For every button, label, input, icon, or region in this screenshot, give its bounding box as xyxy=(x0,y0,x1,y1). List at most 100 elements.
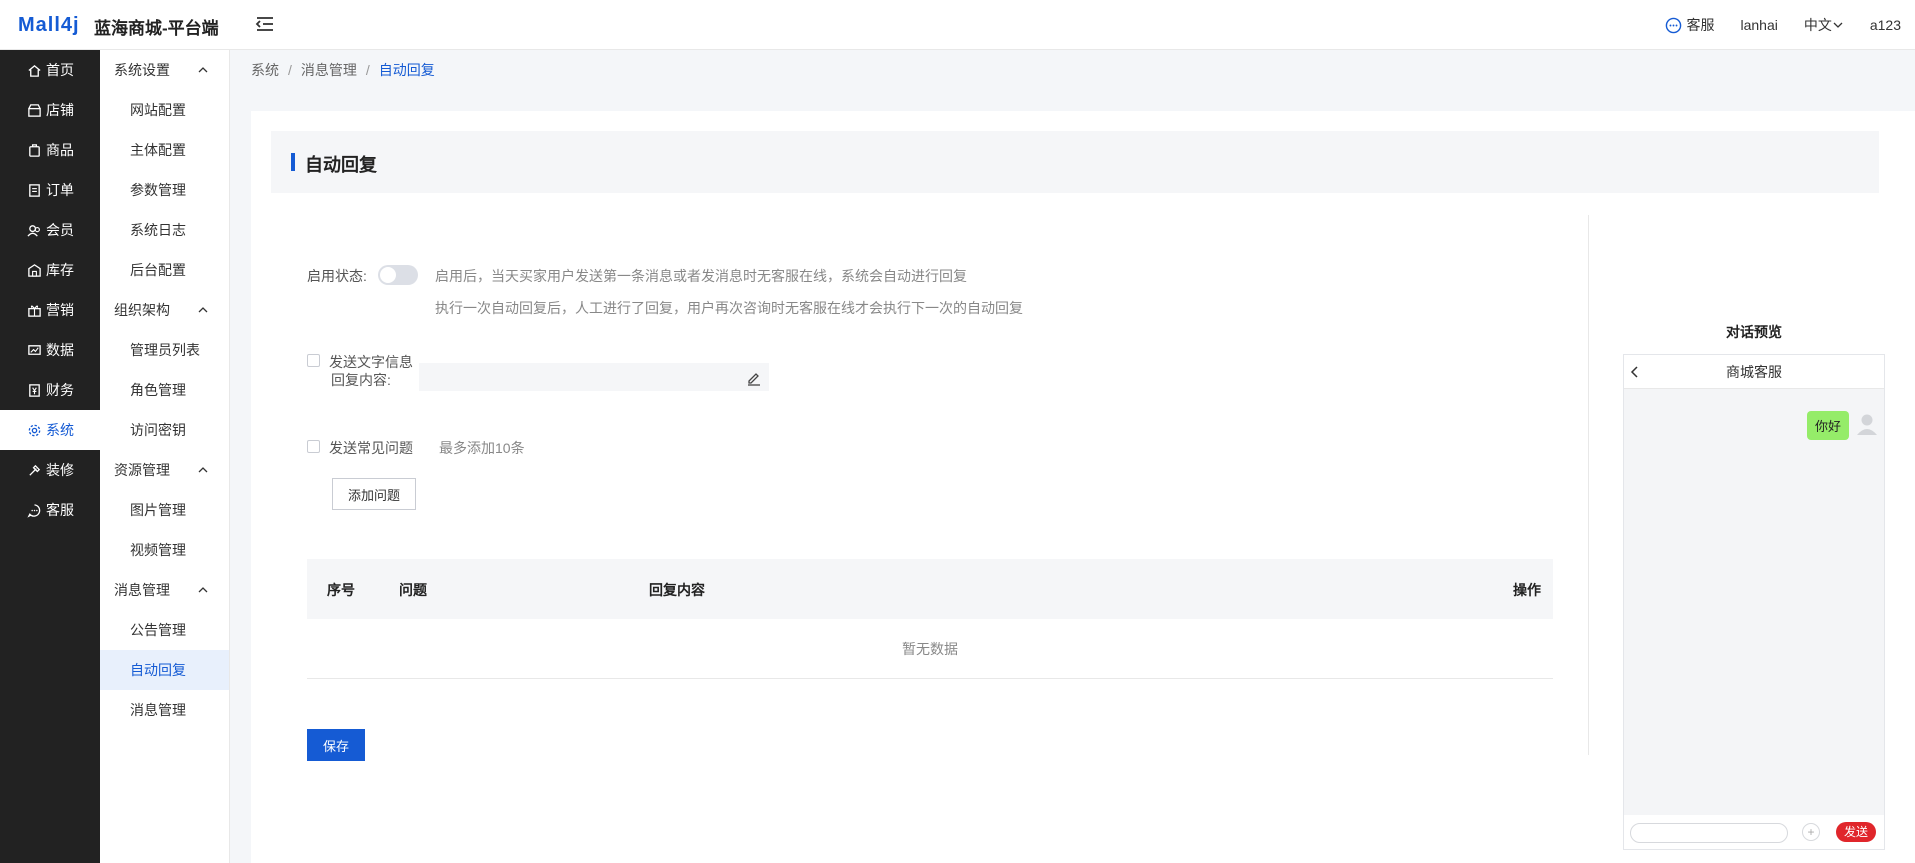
subnav-item[interactable]: 公告管理 xyxy=(100,610,229,650)
send-faq-label: 发送常见问题 xyxy=(329,440,413,456)
chat-bubble: 你好 xyxy=(1806,411,1849,440)
column-header: 问题 xyxy=(399,582,427,598)
nav-item[interactable]: 会员 xyxy=(0,210,100,250)
nav-item[interactable]: 店铺 xyxy=(0,90,100,130)
chevron-up-icon xyxy=(198,587,208,593)
product-icon xyxy=(29,143,40,157)
send-text-checkbox[interactable] xyxy=(307,354,320,367)
table-header: 序号 问题 回复内容 操作 xyxy=(307,559,1553,619)
plus-icon[interactable]: + xyxy=(1802,823,1820,841)
subnav-group-label: 组织架构 xyxy=(114,302,170,318)
column-header: 操作 xyxy=(1513,582,1541,598)
preview-title: 对话预览 xyxy=(1726,324,1782,340)
breadcrumb-separator: / xyxy=(365,62,370,78)
subnav-group-label: 资源管理 xyxy=(114,462,170,478)
nav-item-label: 财务 xyxy=(46,382,74,398)
reply-content-input[interactable] xyxy=(419,363,769,391)
back-chevron-icon[interactable] xyxy=(1628,364,1642,380)
subnav-item[interactable]: 消息管理 xyxy=(100,690,229,730)
subnav-item[interactable]: 访问密钥 xyxy=(100,410,229,450)
gift-icon xyxy=(28,304,41,317)
nav-item[interactable]: 商品 xyxy=(0,130,100,170)
language-label: 中文 xyxy=(1803,17,1832,33)
subnav-group-label: 消息管理 xyxy=(114,582,170,598)
subnav-item[interactable]: 角色管理 xyxy=(100,370,229,410)
faq-hint: 最多添加10条 xyxy=(439,440,525,456)
chevron-up-icon xyxy=(198,307,208,313)
message-input[interactable] xyxy=(1630,823,1788,843)
nav-item-label: 店铺 xyxy=(46,102,74,118)
edit-pen-icon[interactable] xyxy=(745,369,763,387)
toggle-knob xyxy=(380,267,396,283)
home-icon xyxy=(28,64,41,77)
chevron-up-icon xyxy=(198,467,208,473)
avatar-icon xyxy=(1854,410,1880,436)
subnav-item[interactable]: 参数管理 xyxy=(100,170,229,210)
subnav-item[interactable]: 系统日志 xyxy=(100,210,229,250)
subnav-item[interactable]: 自动回复 xyxy=(100,650,229,690)
subnav-item[interactable]: 后台配置 xyxy=(100,250,229,290)
customer-service-label: 客服 xyxy=(1686,17,1715,33)
nav-item-label: 会员 xyxy=(46,222,74,238)
nav-item[interactable]: 库存 xyxy=(0,250,100,290)
chevron-up-icon xyxy=(198,67,208,73)
chat-input-bar: + 发送 xyxy=(1624,815,1884,849)
nav-item[interactable]: 首页 xyxy=(0,50,100,90)
chat-bubble-icon xyxy=(1666,17,1682,33)
subnav-group[interactable]: 资源管理 xyxy=(100,450,229,490)
chat-preview: 商城客服 你好 + 发送 xyxy=(1623,354,1885,850)
save-button[interactable]: 保存 xyxy=(307,729,365,761)
customer-service-link[interactable]: 客服 xyxy=(1665,15,1714,35)
subnav-item[interactable]: 主体配置 xyxy=(100,130,229,170)
primary-nav: 首页店铺商品订单会员库存营销数据财务系统装修客服 xyxy=(0,50,100,863)
breadcrumb-item[interactable]: 系统 xyxy=(251,60,279,80)
add-question-button[interactable]: 添加问题 xyxy=(332,478,416,510)
chevron-down-icon xyxy=(1833,22,1843,28)
nav-item-label: 客服 xyxy=(46,502,74,518)
nav-item[interactable]: 财务 xyxy=(0,370,100,410)
menu-toggle-icon[interactable] xyxy=(254,13,278,35)
nav-item[interactable]: 客服 xyxy=(0,490,100,530)
language-select[interactable]: 中文 xyxy=(1804,15,1844,35)
send-button[interactable]: 发送 xyxy=(1836,822,1876,842)
finance-icon xyxy=(29,383,40,397)
nav-item-label: 订单 xyxy=(46,182,74,198)
username[interactable]: lanhai xyxy=(1740,17,1777,33)
nav-item[interactable]: 装修 xyxy=(0,450,100,490)
subnav-group[interactable]: 消息管理 xyxy=(100,570,229,610)
breadcrumb: 系统 / 消息管理 / 自动回复 xyxy=(251,50,435,90)
page-title: 自动回复 xyxy=(305,155,377,175)
secondary-nav: 系统设置网站配置 主体配置 参数管理 系统日志 后台配置组织架构管理员列表 角色管理 访问密… xyxy=(100,50,230,863)
nav-item[interactable]: 订单 xyxy=(0,170,100,210)
nav-item[interactable]: 营销 xyxy=(0,290,100,330)
nav-item-label: 系统 xyxy=(46,422,74,438)
reply-content-label: 回复内容: xyxy=(331,372,391,388)
breadcrumb-separator: / xyxy=(288,62,292,78)
column-header: 回复内容 xyxy=(649,582,705,598)
account-menu[interactable]: a123 xyxy=(1870,17,1901,33)
status-toggle[interactable] xyxy=(378,265,418,285)
subnav-group[interactable]: 系统设置 xyxy=(100,50,229,90)
logo[interactable]: Mall4j xyxy=(18,14,80,37)
subnav-group-label: 系统设置 xyxy=(114,62,170,78)
nav-item-label: 营销 xyxy=(46,302,74,318)
order-icon xyxy=(29,183,40,197)
table-empty: 暂无数据 xyxy=(307,619,1553,679)
nav-item[interactable]: 数据 xyxy=(0,330,100,370)
subnav-item[interactable]: 管理员列表 xyxy=(100,330,229,370)
main-area: 系统 / 消息管理 / 自动回复 自动回复 启用状态: 启用后，当天买家用户发送… xyxy=(230,50,1915,863)
column-header: 序号 xyxy=(327,582,355,598)
subnav-group[interactable]: 组织架构 xyxy=(100,290,229,330)
subnav-item[interactable]: 视频管理 xyxy=(100,530,229,570)
tip-line-1: 启用后，当天买家用户发送第一条消息或者发消息时无客服在线，系统会自动进行回复 xyxy=(435,268,967,284)
chat-header: 商城客服 xyxy=(1624,355,1884,389)
status-label: 启用状态: xyxy=(307,268,367,284)
send-faq-checkbox[interactable] xyxy=(307,440,320,453)
nav-item[interactable]: 系统 xyxy=(0,410,100,450)
subnav-item[interactable]: 网站配置 xyxy=(100,90,229,130)
breadcrumb-item[interactable]: 消息管理 xyxy=(301,60,357,80)
card-header: 自动回复 xyxy=(271,131,1879,193)
nav-item-label: 库存 xyxy=(46,262,74,278)
top-header: Mall4j 蓝海商城-平台端 客服 lanhai 中文 a123 xyxy=(0,0,1915,50)
subnav-item[interactable]: 图片管理 xyxy=(100,490,229,530)
